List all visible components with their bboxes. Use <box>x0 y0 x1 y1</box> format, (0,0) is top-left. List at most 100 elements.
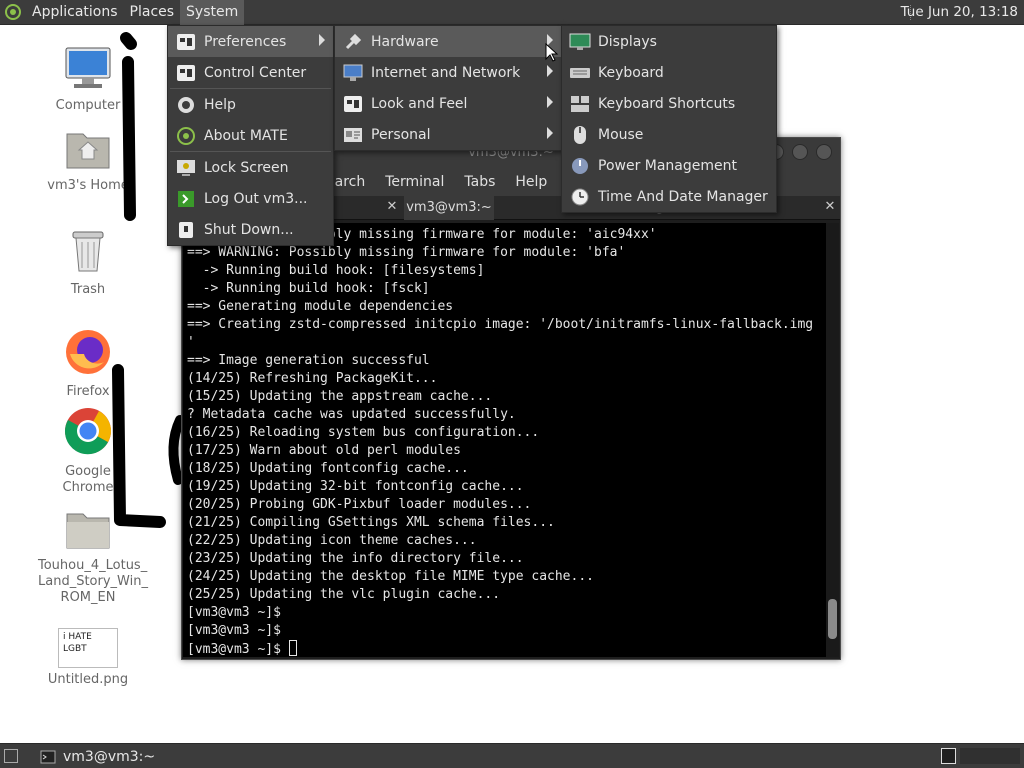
chrome-icon <box>64 408 111 455</box>
terminal-line: [vm3@vm3 ~]$ <box>187 605 281 620</box>
menu-item-shut-down[interactable]: Shut Down... <box>168 214 333 245</box>
workspace-1[interactable] <box>941 748 956 764</box>
desktop-icon-label: Untitled.png <box>47 672 129 687</box>
desktop-icon-chrome[interactable]: Google Chrome <box>38 406 138 496</box>
terminal-line: (23/25) Updating the info directory file… <box>187 551 524 566</box>
tab-1[interactable]: vm3@vm3:~ <box>404 196 494 220</box>
desktop-icon-label: vm3's Home <box>47 178 129 193</box>
terminal-line: ? Metadata cache was updated successfull… <box>187 407 516 422</box>
terminal-line: (25/25) Updating the vlc plugin cache... <box>187 587 501 602</box>
terminal-line: (21/25) Compiling GSettings XML schema f… <box>187 515 555 530</box>
menu-item-label: Time And Date Manager <box>598 188 768 205</box>
system-dropdown: Preferences Control Center Help About MA… <box>167 25 334 246</box>
places-menu[interactable]: Places <box>124 0 181 25</box>
bottom-panel: vm3@vm3:~ <box>0 743 1024 768</box>
log-out-icon <box>175 189 197 209</box>
terminal-line: (17/25) Warn about old perl modules <box>187 443 461 458</box>
terminal-line: (18/25) Updating fontconfig cache... <box>187 461 469 476</box>
desktop-icon-home[interactable]: vm3's Home <box>38 128 138 194</box>
help-icon <box>175 95 197 115</box>
scrollbar-thumb[interactable] <box>828 599 837 639</box>
terminal-line: ' <box>187 335 195 350</box>
hardware-submenu: Displays Keyboard Keyboard Shortcuts Mou… <box>561 25 777 213</box>
menu-item-internet-network[interactable]: Internet and Network <box>335 57 561 88</box>
menu-item-label: Hardware <box>371 33 439 50</box>
taskbar-button-terminal[interactable]: vm3@vm3:~ <box>32 745 163 768</box>
menu-item-label: About MATE <box>204 127 288 144</box>
menu-item-time-and-date[interactable]: Time And Date Manager <box>562 181 776 212</box>
menu-item-label: Internet and Network <box>371 64 521 81</box>
lock-screen-icon <box>175 158 197 178</box>
menu-item-preferences[interactable]: Preferences <box>168 26 333 57</box>
workspace-switcher[interactable] <box>960 748 1020 764</box>
power-management-icon <box>569 156 591 176</box>
mouse-pointer-icon <box>545 43 559 62</box>
maximize-button[interactable] <box>792 144 808 160</box>
terminal-line: [vm3@vm3 ~]$ <box>187 623 281 638</box>
menu-tabs[interactable]: Tabs <box>454 174 505 190</box>
menu-item-keyboard-shortcuts[interactable]: Keyboard Shortcuts <box>562 88 776 119</box>
desktop-icon-untitled-png[interactable]: i HATE LGBT Untitled.png <box>38 628 138 688</box>
terminal-line: ==> Creating zstd-compressed initcpio im… <box>187 317 814 332</box>
menu-item-label: Personal <box>371 126 431 143</box>
menu-item-mouse[interactable]: Mouse <box>562 119 776 150</box>
menu-item-power-management[interactable]: Power Management <box>562 150 776 181</box>
home-folder-icon <box>66 133 110 169</box>
mouse-icon <box>569 125 591 145</box>
firefox-icon <box>66 330 110 374</box>
tab-close-icon[interactable]: ✕ <box>822 199 838 215</box>
menu-terminal[interactable]: Terminal <box>375 174 454 190</box>
clock-icon <box>569 187 591 207</box>
terminal-scrollbar[interactable] <box>826 223 839 657</box>
mate-logo-icon[interactable] <box>0 0 26 25</box>
menu-item-label: Preferences <box>204 33 287 50</box>
menu-item-log-out[interactable]: Log Out vm3... <box>168 183 333 214</box>
menu-item-help[interactable]: Help <box>168 89 333 120</box>
taskbar-label: vm3@vm3:~ <box>63 748 156 765</box>
terminal-line: (15/25) Updating the appstream cache... <box>187 389 493 404</box>
close-button[interactable] <box>816 144 832 160</box>
look-and-feel-icon <box>342 94 364 114</box>
keyboard-icon <box>569 63 591 83</box>
menu-item-label: Power Management <box>598 157 738 174</box>
menu-item-label: Help <box>204 96 236 113</box>
keyboard-shortcuts-icon <box>569 94 591 114</box>
terminal-line: ==> Image generation successful <box>187 353 430 368</box>
applications-menu[interactable]: Applications <box>26 0 124 25</box>
preferences-submenu: Hardware Internet and Network Look and F… <box>334 25 562 151</box>
image-file-icon: i HATE LGBT <box>58 628 118 668</box>
submenu-arrow-icon <box>547 65 553 77</box>
terminal-line: [vm3@vm3 ~]$ <box>187 640 827 657</box>
terminal-output[interactable]: ==> WARNING: Possibly missing firmware f… <box>183 223 827 657</box>
thumbnail-text: i HATE LGBT <box>63 632 92 654</box>
menu-item-label: Look and Feel <box>371 95 468 112</box>
network-icon <box>342 63 364 83</box>
menu-help[interactable]: Help <box>505 174 557 190</box>
desktop-icon-firefox[interactable]: Firefox <box>38 328 138 400</box>
desktop-icon-touhou-folder[interactable]: Touhou_4_Lotus_ Land_Story_Win_ ROM_EN <box>38 510 148 606</box>
tab-close-icon[interactable]: ✕ <box>384 199 400 215</box>
menu-item-control-center[interactable]: Control Center <box>168 57 333 88</box>
system-menu[interactable]: System <box>180 0 245 25</box>
terminal-line: ==> WARNING: Possibly missing firmware f… <box>187 245 626 260</box>
preferences-icon <box>175 32 197 52</box>
top-panel: Applications Places System Tue Jun 20, 1… <box>0 0 1024 25</box>
terminal-line: ==> Generating module dependencies <box>187 299 454 314</box>
menu-item-personal[interactable]: Personal <box>335 119 561 150</box>
desktop-icon-computer[interactable]: Computer <box>38 46 138 114</box>
menu-item-displays[interactable]: Displays <box>562 26 776 57</box>
show-desktop-icon[interactable] <box>4 749 18 763</box>
terminal-line: (14/25) Refreshing PackageKit... <box>187 371 438 386</box>
submenu-arrow-icon <box>547 96 553 108</box>
desktop-icon-label: Touhou_4_Lotus_ Land_Story_Win_ ROM_EN <box>38 558 148 605</box>
clock[interactable]: Tue Jun 20, 13:18 <box>901 0 1018 25</box>
menu-item-look-and-feel[interactable]: Look and Feel <box>335 88 561 119</box>
menu-item-lock-screen[interactable]: Lock Screen <box>168 152 333 183</box>
menu-item-about-mate[interactable]: About MATE <box>168 120 333 151</box>
menu-item-keyboard[interactable]: Keyboard <box>562 57 776 88</box>
menu-item-hardware[interactable]: Hardware <box>335 26 561 57</box>
computer-icon <box>65 47 111 88</box>
menu-item-label: Shut Down... <box>204 221 294 238</box>
desktop-icon-trash[interactable]: Trash <box>38 228 138 298</box>
desktop-icon-label: Computer <box>55 98 121 113</box>
